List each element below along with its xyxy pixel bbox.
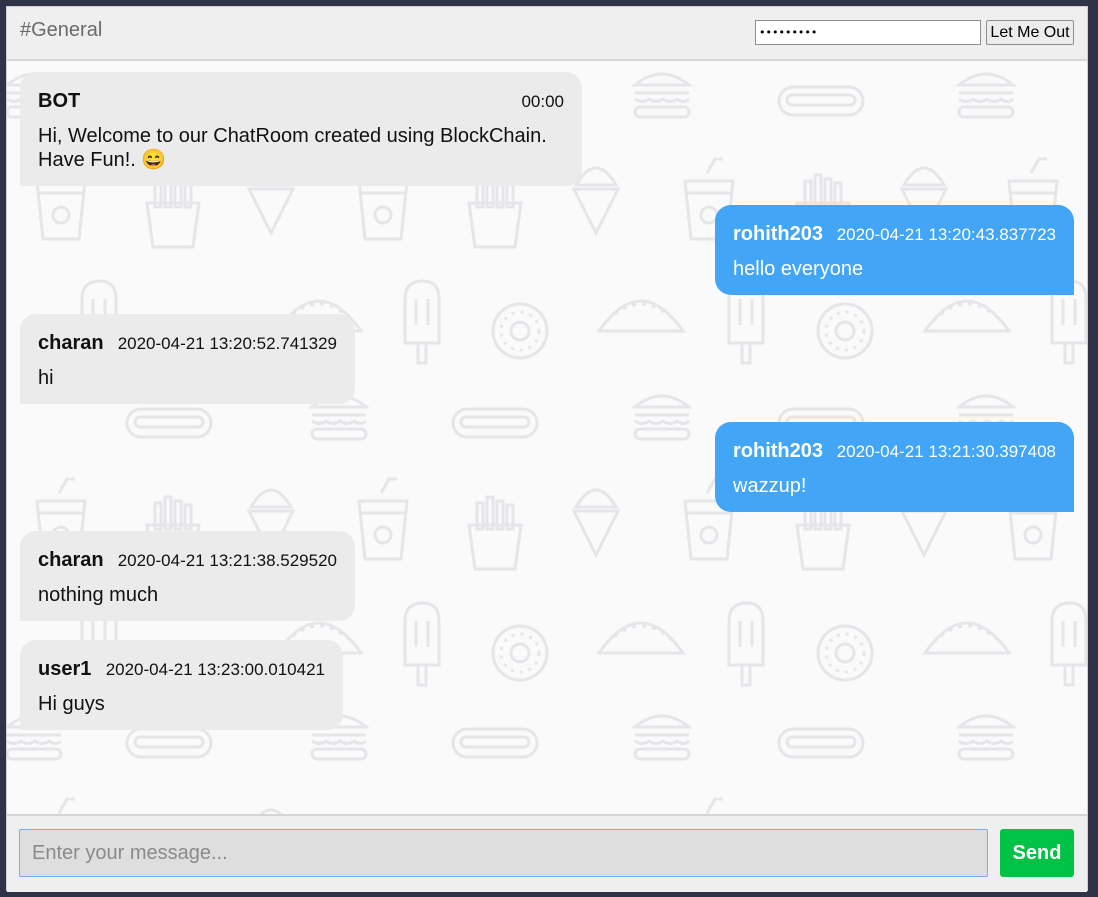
channel-title: #General bbox=[20, 19, 103, 41]
message-username: BOT bbox=[38, 90, 81, 112]
chat-message: BOT 00:00 Hi, Welcome to our ChatRoom cr… bbox=[20, 72, 582, 186]
password-field[interactable] bbox=[755, 20, 981, 45]
message-timestamp: 2020-04-21 13:20:43.837723 bbox=[836, 225, 1056, 244]
chat-window: #General Let Me Out bbox=[6, 6, 1088, 892]
message-text: hi bbox=[38, 367, 54, 389]
send-button[interactable]: Send bbox=[1000, 829, 1074, 877]
message-text: Hi guys bbox=[38, 693, 105, 715]
message-username: charan bbox=[38, 332, 104, 354]
logout-button[interactable]: Let Me Out bbox=[986, 20, 1074, 45]
message-text: Hi, Welcome to our ChatRoom created usin… bbox=[38, 125, 547, 171]
chat-message: rohith203 2020-04-21 13:20:43.837723 hel… bbox=[715, 205, 1074, 295]
message-area[interactable]: BOT 00:00 Hi, Welcome to our ChatRoom cr… bbox=[7, 61, 1087, 814]
message-timestamp: 2020-04-21 13:21:30.397408 bbox=[836, 442, 1056, 461]
message-input[interactable] bbox=[19, 829, 988, 877]
message-timestamp: 2020-04-21 13:21:38.529520 bbox=[117, 551, 337, 570]
message-text: hello everyone bbox=[733, 258, 864, 280]
message-text: nothing much bbox=[38, 584, 159, 606]
chat-message: rohith203 2020-04-21 13:21:30.397408 waz… bbox=[715, 422, 1074, 512]
message-username: rohith203 bbox=[733, 223, 824, 245]
message-username: charan bbox=[38, 549, 104, 571]
message-timestamp: 00:00 bbox=[521, 92, 564, 111]
chat-message: charan 2020-04-21 13:21:38.529520 nothin… bbox=[20, 531, 355, 621]
message-text: wazzup! bbox=[733, 475, 807, 497]
chat-message: charan 2020-04-21 13:20:52.741329 hi bbox=[20, 314, 355, 404]
message-username: rohith203 bbox=[733, 440, 824, 462]
message-username: user1 bbox=[38, 658, 92, 680]
message-timestamp: 2020-04-21 13:23:00.010421 bbox=[105, 660, 325, 679]
chat-message: user1 2020-04-21 13:23:00.010421 Hi guys bbox=[20, 640, 343, 730]
composer-bar: Send bbox=[7, 814, 1087, 892]
chat-header: #General Let Me Out bbox=[7, 7, 1087, 61]
message-timestamp: 2020-04-21 13:20:52.741329 bbox=[117, 334, 337, 353]
